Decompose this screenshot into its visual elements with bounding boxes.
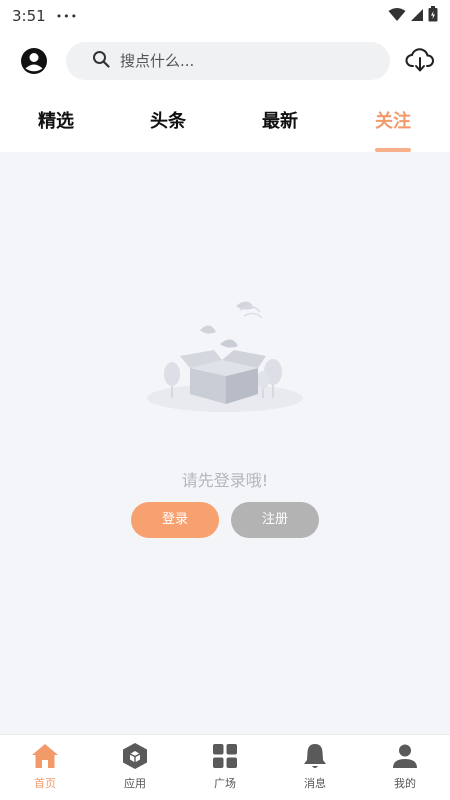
tab-latest[interactable]: 最新 <box>245 100 315 152</box>
nav-square[interactable]: 广场 <box>195 741 255 799</box>
bottom-navigation: 首页 应用 广场 消息 我的 <box>0 734 450 800</box>
signal-icon <box>410 7 424 26</box>
account-circle-icon <box>20 47 48 79</box>
tab-bar: 精选 头条 最新 关注 <box>0 100 450 152</box>
status-left: 3:51 ••• <box>12 7 78 25</box>
avatar-button[interactable] <box>18 47 50 79</box>
wifi-icon <box>388 7 406 26</box>
search-input[interactable] <box>120 52 360 70</box>
download-button[interactable] <box>403 46 437 78</box>
empty-box-illustration <box>140 290 310 422</box>
bell-icon <box>300 741 330 771</box>
tab-selected[interactable]: 精选 <box>21 100 91 152</box>
nav-apps[interactable]: 应用 <box>105 741 165 799</box>
status-time: 3:51 <box>12 7 46 25</box>
nav-home[interactable]: 首页 <box>15 741 75 799</box>
battery-icon <box>428 6 438 26</box>
status-bar: 3:51 ••• <box>0 0 450 32</box>
nav-messages-label: 消息 <box>304 777 326 790</box>
search-bar[interactable] <box>66 42 390 80</box>
nav-home-label: 首页 <box>34 777 56 790</box>
home-icon <box>30 741 60 771</box>
cloud-download-icon <box>405 47 435 77</box>
nav-profile-label: 我的 <box>394 777 416 790</box>
tab-headlines[interactable]: 头条 <box>133 100 203 152</box>
nav-square-label: 广场 <box>214 777 236 790</box>
header <box>0 38 450 84</box>
cube-icon <box>120 741 150 771</box>
status-notification-dots: ••• <box>55 9 79 23</box>
search-icon <box>92 50 110 72</box>
login-prompt-text: 请先登录哦! <box>181 471 269 490</box>
content-area: 请先登录哦! 登录 注册 <box>0 152 450 734</box>
grid-icon <box>210 741 240 771</box>
person-icon <box>390 741 420 771</box>
register-button[interactable]: 注册 <box>231 502 319 538</box>
tab-following-label: 关注 <box>375 111 411 132</box>
nav-messages[interactable]: 消息 <box>285 741 345 799</box>
nav-profile[interactable]: 我的 <box>375 741 435 799</box>
status-right <box>388 6 438 26</box>
tab-following[interactable]: 关注 <box>358 100 428 152</box>
login-button[interactable]: 登录 <box>131 502 219 538</box>
nav-apps-label: 应用 <box>124 777 146 790</box>
